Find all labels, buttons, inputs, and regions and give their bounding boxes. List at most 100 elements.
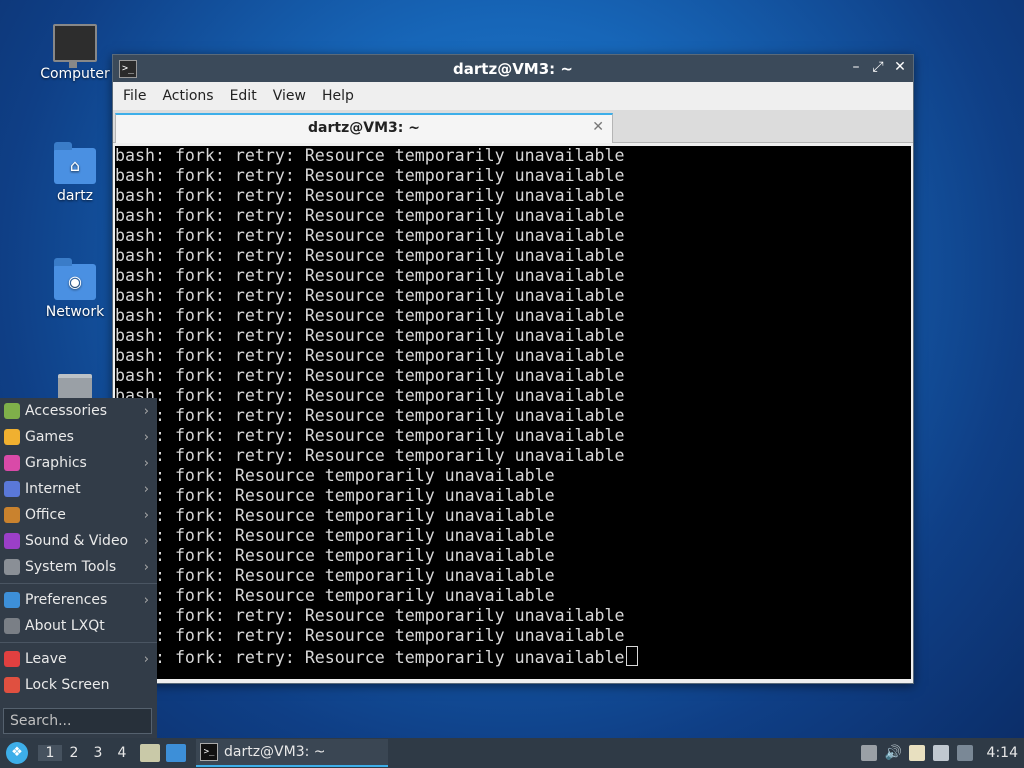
task-label: dartz@VM3: ~ — [224, 744, 326, 760]
sound-video-icon — [4, 533, 20, 549]
menu-item-label: Internet — [25, 481, 81, 497]
terminal-line: bash: fork: Resource temporarily unavail… — [115, 506, 555, 525]
desktop-4-button[interactable]: 4 — [110, 745, 134, 761]
system-tools-icon — [4, 559, 20, 575]
menubar: File Actions Edit View Help — [113, 82, 913, 110]
chevron-right-icon: › — [143, 481, 149, 497]
menu-separator — [0, 583, 157, 584]
menu-separator — [0, 642, 157, 643]
chevron-right-icon: › — [143, 651, 149, 667]
menu-item-system-tools[interactable]: System Tools › — [0, 554, 157, 580]
start-menu: Accessories › Games › Graphics › Internet › Offi… — [0, 398, 157, 738]
terminal-line: bash: fork: retry: Resource temporarily … — [115, 166, 625, 185]
menu-item-graphics[interactable]: Graphics › — [0, 450, 157, 476]
terminal-task-icon: >_ — [200, 743, 218, 761]
desktop-1-button[interactable]: 1 — [38, 745, 62, 761]
desktop-icon-home[interactable]: ⌂ dartz — [35, 142, 115, 204]
menu-edit[interactable]: Edit — [224, 88, 263, 104]
chevron-right-icon: › — [143, 429, 149, 445]
terminal-line: bash: fork: retry: Resource temporarily … — [115, 266, 625, 285]
terminal-line: bash: fork: retry: Resource temporarily … — [115, 606, 625, 625]
menu-item-label: About LXQt — [25, 618, 105, 634]
terminal-tab[interactable]: dartz@VM3: ~ ✕ — [115, 113, 613, 143]
lock-icon — [4, 677, 20, 693]
terminal-line: bash: fork: retry: Resource temporarily … — [115, 626, 625, 645]
chevron-right-icon: › — [143, 403, 149, 419]
terminal-line: bash: fork: retry: Resource temporarily … — [115, 426, 625, 445]
terminal-line: bash: fork: retry: Resource temporarily … — [115, 206, 625, 225]
graphics-icon — [4, 455, 20, 471]
terminal-line: bash: fork: retry: Resource temporarily … — [115, 406, 625, 425]
window-titlebar[interactable]: >_ dartz@VM3: ~ – ⤢ ✕ — [113, 55, 913, 82]
terminal-line: bash: fork: Resource temporarily unavail… — [115, 546, 555, 565]
menu-search-input[interactable]: Search... — [3, 708, 152, 734]
terminal-cursor — [625, 646, 638, 666]
menu-view[interactable]: View — [267, 88, 312, 104]
desktop-icon-label: Computer — [40, 66, 110, 82]
menu-item-internet[interactable]: Internet › — [0, 476, 157, 502]
terminal-line: bash: fork: retry: Resource temporarily … — [115, 346, 625, 365]
desktop-switcher: 1 2 3 4 — [38, 745, 134, 761]
terminal-window: >_ dartz@VM3: ~ – ⤢ ✕ File Actions Edit … — [112, 54, 914, 684]
menu-item-office[interactable]: Office › — [0, 502, 157, 528]
menu-item-games[interactable]: Games › — [0, 424, 157, 450]
computer-icon — [53, 24, 97, 68]
terminal-line: bash: fork: retry: Resource temporarily … — [115, 326, 625, 345]
file-manager-launcher-icon[interactable] — [140, 744, 160, 762]
home-folder-icon: ⌂ — [54, 142, 96, 184]
update-icon[interactable] — [860, 745, 877, 761]
desktop-icon-computer[interactable]: Computer — [35, 24, 115, 82]
chevron-right-icon: › — [143, 592, 149, 608]
show-desktop-icon[interactable] — [166, 744, 186, 762]
notification-icon[interactable] — [956, 745, 973, 761]
clock[interactable]: 4:14 — [987, 745, 1018, 761]
terminal-line: bash: fork: retry: Resource temporarily … — [115, 446, 625, 465]
menu-item-preferences[interactable]: Preferences › — [0, 587, 157, 613]
menu-actions[interactable]: Actions — [156, 88, 219, 104]
chevron-right-icon: › — [143, 507, 149, 523]
tab-close-icon[interactable]: ✕ — [592, 119, 604, 135]
menu-item-leave[interactable]: Leave › — [0, 646, 157, 672]
chevron-right-icon: › — [143, 455, 149, 471]
terminal-output[interactable]: bash: fork: retry: Resource temporarily … — [115, 146, 911, 679]
terminal-text: bash: fork: retry: Resource temporarily … — [115, 146, 911, 668]
terminal-line: bash: fork: retry: Resource temporarily … — [115, 186, 625, 205]
terminal-line: bash: fork: retry: Resource temporarily … — [115, 366, 625, 385]
desktop-icon-label: Network — [45, 304, 105, 320]
taskbar: ❖ 1 2 3 4 >_ dartz@VM3: ~ 🔊 4:14 — [0, 738, 1024, 768]
chevron-right-icon: › — [143, 533, 149, 549]
clipboard-icon[interactable] — [908, 745, 925, 761]
games-icon — [4, 429, 20, 445]
terminal-line: bash: fork: retry: Resource temporarily … — [115, 246, 625, 265]
menu-item-label: Leave — [25, 651, 67, 667]
maximize-button[interactable]: ⤢ — [871, 59, 885, 75]
network-icon[interactable] — [932, 745, 949, 761]
menu-item-sound-video[interactable]: Sound & Video › — [0, 528, 157, 554]
menu-item-about-lxqt[interactable]: About LXQt — [0, 613, 157, 639]
terminal-line: bash: fork: retry: Resource temporarily … — [115, 648, 625, 667]
start-menu-button[interactable]: ❖ — [6, 742, 28, 764]
window-title: dartz@VM3: ~ — [453, 60, 573, 78]
desktop-icon-network[interactable]: ◉ Network — [35, 258, 115, 320]
desktop-3-button[interactable]: 3 — [86, 745, 110, 761]
system-tray: 🔊 4:14 — [860, 738, 1024, 768]
menu-item-label: System Tools — [25, 559, 117, 575]
menu-file[interactable]: File — [117, 88, 152, 104]
menu-item-label: Graphics — [25, 455, 87, 471]
minimize-button[interactable]: – — [849, 59, 863, 75]
menu-item-label: Lock Screen — [25, 677, 110, 693]
terminal-line: bash: fork: retry: Resource temporarily … — [115, 286, 625, 305]
menu-help[interactable]: Help — [316, 88, 360, 104]
tab-bar: dartz@VM3: ~ ✕ — [113, 110, 913, 143]
close-button[interactable]: ✕ — [893, 59, 907, 75]
terminal-line: bash: fork: Resource temporarily unavail… — [115, 526, 555, 545]
menu-item-accessories[interactable]: Accessories › — [0, 398, 157, 424]
network-folder-icon: ◉ — [54, 258, 96, 300]
menu-item-lock-screen[interactable]: Lock Screen — [0, 672, 157, 698]
desktop-2-button[interactable]: 2 — [62, 745, 86, 761]
volume-icon[interactable]: 🔊 — [885, 745, 902, 761]
menu-item-label: Games — [25, 429, 74, 445]
chevron-right-icon: › — [143, 559, 149, 575]
taskbar-task-terminal[interactable]: >_ dartz@VM3: ~ — [196, 739, 388, 767]
accessories-icon — [4, 403, 20, 419]
